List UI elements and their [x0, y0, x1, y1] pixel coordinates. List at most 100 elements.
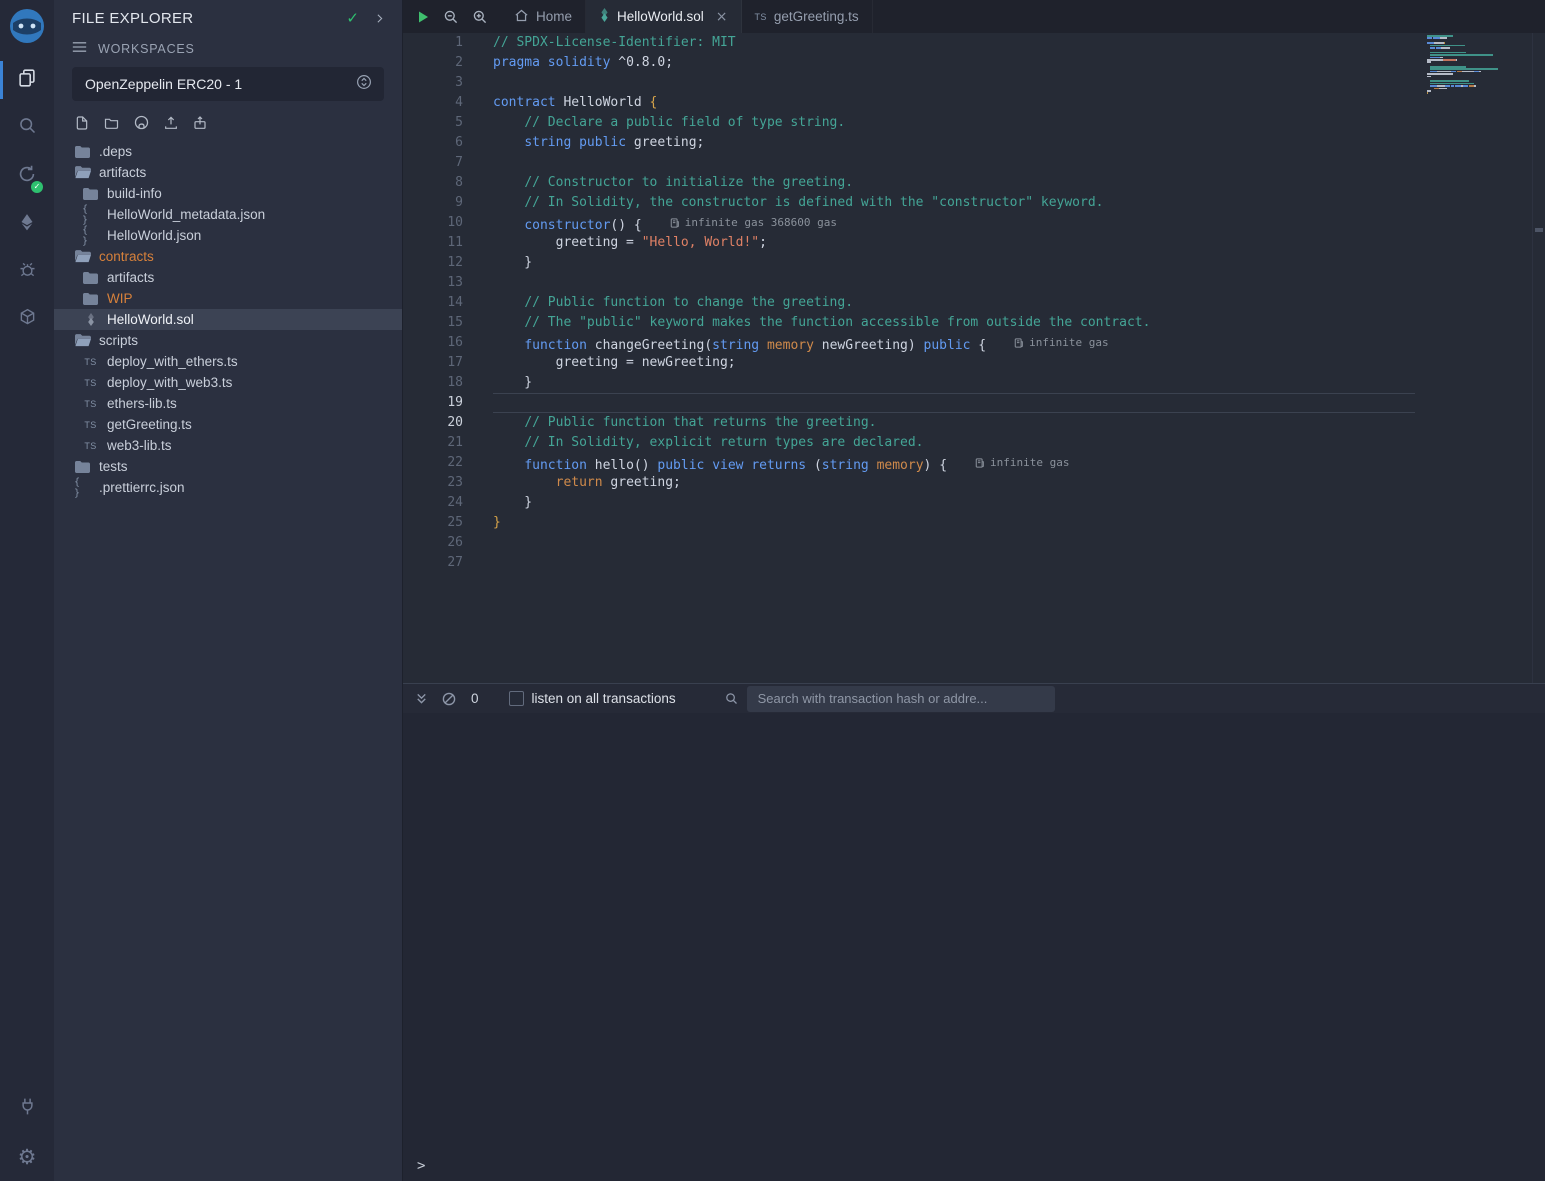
code-line-19[interactable] — [493, 393, 1415, 413]
file-tree-item-deploy-with-ethers-ts[interactable]: TSdeploy_with_ethers.ts — [54, 351, 402, 372]
code-line-23[interactable]: return greeting; — [493, 473, 1415, 493]
code-line-16[interactable]: function changeGreeting(string memory ne… — [493, 333, 1415, 353]
file-tree-label: HelloWorld.json — [107, 228, 201, 243]
close-icon[interactable]: × — [716, 10, 728, 24]
tab-helloworld-sol[interactable]: HelloWorld.sol × — [586, 0, 742, 33]
line-number: 20 — [403, 413, 463, 433]
code-line-5[interactable]: // Declare a public field of type string… — [493, 113, 1415, 133]
file-tree-item--prettierrc-json[interactable]: { }.prettierrc.json — [54, 477, 402, 498]
code-line-20[interactable]: // Public function that returns the gree… — [493, 413, 1415, 433]
listen-all-transactions-checkbox[interactable] — [509, 691, 524, 706]
file-tree-item-artifacts[interactable]: artifacts — [54, 162, 402, 183]
zoom-in-icon[interactable] — [472, 9, 488, 25]
tab-label: getGreeting.ts — [774, 9, 859, 24]
upload-icon[interactable] — [163, 115, 179, 131]
sidebar-item-file-explorer[interactable] — [0, 56, 54, 104]
code-line-22[interactable]: function hello() public view returns (st… — [493, 453, 1415, 473]
file-tree-item-web3-lib-ts[interactable]: TSweb3-lib.ts — [54, 435, 402, 456]
code-line-9[interactable]: // In Solidity, the constructor is defin… — [493, 193, 1415, 213]
file-tree-item-deploy-with-web3-ts[interactable]: TSdeploy_with_web3.ts — [54, 372, 402, 393]
code-line-1[interactable]: // SPDX-License-Identifier: MIT — [493, 33, 1415, 53]
minimap[interactable] — [1427, 35, 1505, 100]
code-line-26[interactable] — [493, 533, 1415, 553]
sidebar-item-search[interactable] — [0, 104, 54, 152]
code-line-18[interactable]: } — [493, 373, 1415, 393]
new-file-icon[interactable] — [74, 115, 90, 131]
minimap-line — [1427, 64, 1505, 66]
terminal-search-input[interactable] — [747, 686, 1055, 712]
zoom-out-icon[interactable] — [443, 9, 459, 25]
file-explorer-header: FILE EXPLORER ✓ — [54, 0, 402, 33]
file-tree-label: HelloWorld.sol — [107, 312, 194, 327]
tab-label: Home — [536, 9, 572, 24]
sidebar-item-debugger[interactable] — [0, 248, 54, 296]
file-tree-item-ethers-lib-ts[interactable]: TSethers-lib.ts — [54, 393, 402, 414]
file-tree-item-helloworld-sol[interactable]: HelloWorld.sol — [54, 309, 402, 330]
code-pane[interactable]: // SPDX-License-Identifier: MITpragma so… — [463, 33, 1415, 683]
terminal-prompt[interactable]: > — [417, 1158, 425, 1174]
code-line-3[interactable] — [493, 73, 1415, 93]
gas-estimate-badge[interactable]: infinite gas — [975, 453, 1069, 473]
minimap-line — [1427, 57, 1505, 59]
code-line-12[interactable]: } — [493, 253, 1415, 273]
file-tree-item-build-info[interactable]: build-info — [54, 183, 402, 204]
sidebar-item-deploy-and-run[interactable] — [0, 200, 54, 248]
tab-getgreeting-ts[interactable]: TS getGreeting.ts — [742, 0, 873, 33]
code-line-11[interactable]: greeting = "Hello, World!"; — [493, 233, 1415, 253]
file-tree-item-tests[interactable]: tests — [54, 456, 402, 477]
sidebar-item-plugins[interactable] — [0, 296, 54, 344]
code-line-7[interactable] — [493, 153, 1415, 173]
workspace-switch-icon — [355, 73, 373, 96]
file-tree-item--deps[interactable]: .deps — [54, 141, 402, 162]
file-tree-item-scripts[interactable]: scripts — [54, 330, 402, 351]
ts-icon: TS — [82, 399, 99, 409]
line-number-gutter: 1234567891011121314151617181920212223242… — [403, 33, 463, 683]
new-folder-icon[interactable] — [103, 115, 120, 131]
remix-logo-icon[interactable] — [7, 6, 47, 46]
code-line-13[interactable] — [493, 273, 1415, 293]
file-tree-item-artifacts[interactable]: artifacts — [54, 267, 402, 288]
scrollbar-thumb[interactable] — [1535, 228, 1543, 232]
files-icon — [16, 67, 38, 94]
file-tree-item-helloworld-metadata-json[interactable]: { }HelloWorld_metadata.json — [54, 204, 402, 225]
sidebar-item-solidity-compiler[interactable]: ✓ — [0, 152, 54, 200]
chevron-right-icon[interactable] — [373, 12, 386, 25]
github-icon[interactable] — [133, 114, 150, 131]
clear-console-icon[interactable] — [441, 691, 457, 707]
code-line-4[interactable]: contract HelloWorld { — [493, 93, 1415, 113]
line-number: 24 — [403, 493, 463, 513]
gas-estimate-badge[interactable]: infinite gas 368600 gas — [670, 213, 837, 233]
editor-scrollbar[interactable] — [1532, 33, 1545, 683]
file-tree-item-helloworld-json[interactable]: { }HelloWorld.json — [54, 225, 402, 246]
file-tree-item-wip[interactable]: WIP — [54, 288, 402, 309]
code-line-15[interactable]: // The "public" keyword makes the functi… — [493, 313, 1415, 333]
hamburger-icon[interactable] — [72, 41, 87, 56]
code-line-2[interactable]: pragma solidity ^0.8.0; — [493, 53, 1415, 73]
terminal-output[interactable]: > — [403, 713, 1545, 1181]
sidebar-item-plugin-manager[interactable] — [0, 1085, 54, 1133]
check-icon[interactable]: ✓ — [346, 9, 359, 27]
line-number: 1 — [403, 33, 463, 53]
code-line-10[interactable]: constructor() {infinite gas 368600 gas — [493, 213, 1415, 233]
gas-estimate-badge[interactable]: infinite gas — [1014, 333, 1108, 353]
run-script-icon[interactable] — [416, 10, 430, 24]
line-number: 4 — [403, 93, 463, 113]
code-line-17[interactable]: greeting = newGreeting; — [493, 353, 1415, 373]
file-tree-item-contracts[interactable]: contracts — [54, 246, 402, 267]
file-tree-item-getgreeting-ts[interactable]: TSgetGreeting.ts — [54, 414, 402, 435]
solidity-file-icon — [599, 8, 610, 25]
code-line-27[interactable] — [493, 553, 1415, 573]
import-icon[interactable] — [192, 115, 208, 131]
collapse-terminal-icon[interactable] — [414, 691, 429, 706]
file-tree-label: artifacts — [99, 165, 146, 180]
workspace-select[interactable]: OpenZeppelin ERC20 - 1 — [72, 67, 384, 101]
file-tree-label: scripts — [99, 333, 138, 348]
code-line-24[interactable]: } — [493, 493, 1415, 513]
code-line-21[interactable]: // In Solidity, explicit return types ar… — [493, 433, 1415, 453]
code-line-25[interactable]: } — [493, 513, 1415, 533]
code-line-6[interactable]: string public greeting; — [493, 133, 1415, 153]
code-line-14[interactable]: // Public function to change the greetin… — [493, 293, 1415, 313]
tab-home[interactable]: Home — [501, 0, 586, 33]
code-line-8[interactable]: // Constructor to initialize the greetin… — [493, 173, 1415, 193]
sidebar-item-settings[interactable]: ⚙ — [0, 1133, 54, 1181]
